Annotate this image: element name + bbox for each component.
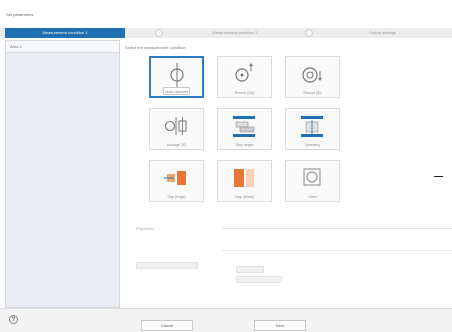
cancel-button[interactable]: Cancel xyxy=(141,320,193,331)
tile-runout-id[interactable]: Runout (ID) xyxy=(285,56,340,98)
next-button[interactable]: Next xyxy=(254,320,306,331)
window-title: Set parameters xyxy=(6,12,34,17)
tile-label: Gap (Edge) xyxy=(167,195,186,199)
runout-od-icon xyxy=(235,63,253,82)
dash-mark xyxy=(434,176,443,177)
runout-id-icon xyxy=(302,67,322,83)
tile-label: Symmetry xyxy=(304,143,321,147)
measurement-prompt: Select the measurement condition xyxy=(125,45,186,50)
average-od-icon xyxy=(164,117,187,135)
help-icon[interactable]: ? xyxy=(9,315,18,324)
property-field xyxy=(236,266,264,273)
tile-gap-edge[interactable]: Gap (Edge) xyxy=(149,160,204,202)
properties-title: Properties xyxy=(136,226,155,231)
wizard-step-1[interactable]: Measurement condition 1 xyxy=(5,28,125,38)
tile-label: Outer diameter xyxy=(164,90,189,94)
tile-label: Other xyxy=(308,195,317,199)
tile-average-od[interactable]: Average OD xyxy=(149,108,204,150)
outer-diameter-icon xyxy=(170,63,184,87)
title-bar: Set parameters xyxy=(0,0,452,20)
footer: ? Cancel Next xyxy=(0,308,452,332)
property-field xyxy=(236,276,282,283)
property-field xyxy=(136,262,198,269)
properties-divider xyxy=(222,228,452,229)
symmetry-icon xyxy=(301,116,323,137)
sidebar: Area 1 xyxy=(5,40,120,308)
tile-symmetry[interactable]: Symmetry xyxy=(285,108,340,150)
wizard-step-3[interactable]: Output settings xyxy=(320,28,445,38)
tile-label: Runout (OD) xyxy=(234,91,255,95)
gap-width-icon xyxy=(234,169,254,187)
tile-label: Step height xyxy=(235,143,254,147)
tile-label: Gap (Width) xyxy=(235,195,254,199)
gap-edge-icon xyxy=(164,171,186,185)
wizard-steps: Measurement condition 1 Measurement cond… xyxy=(0,28,452,38)
tile-runout-od[interactable]: Runout (OD) xyxy=(217,56,272,98)
wizard-step-2[interactable]: Measurement condition 2 xyxy=(175,28,295,38)
tile-other[interactable]: Other xyxy=(285,160,340,202)
tile-gap-width[interactable]: Gap (Width) xyxy=(217,160,272,202)
tile-label: Average OD xyxy=(166,143,187,147)
step-indicator-1 xyxy=(155,29,163,37)
tile-label: Runout (ID) xyxy=(303,91,322,95)
sidebar-item-area-1[interactable]: Area 1 xyxy=(6,41,119,53)
step-height-icon xyxy=(233,116,255,137)
tile-step-height[interactable]: Step height xyxy=(217,108,272,150)
tile-outer-diameter[interactable]: Outer diameter xyxy=(149,56,204,98)
step-indicator-2 xyxy=(305,29,313,37)
properties-divider-2 xyxy=(222,250,452,251)
other-icon xyxy=(303,168,321,186)
